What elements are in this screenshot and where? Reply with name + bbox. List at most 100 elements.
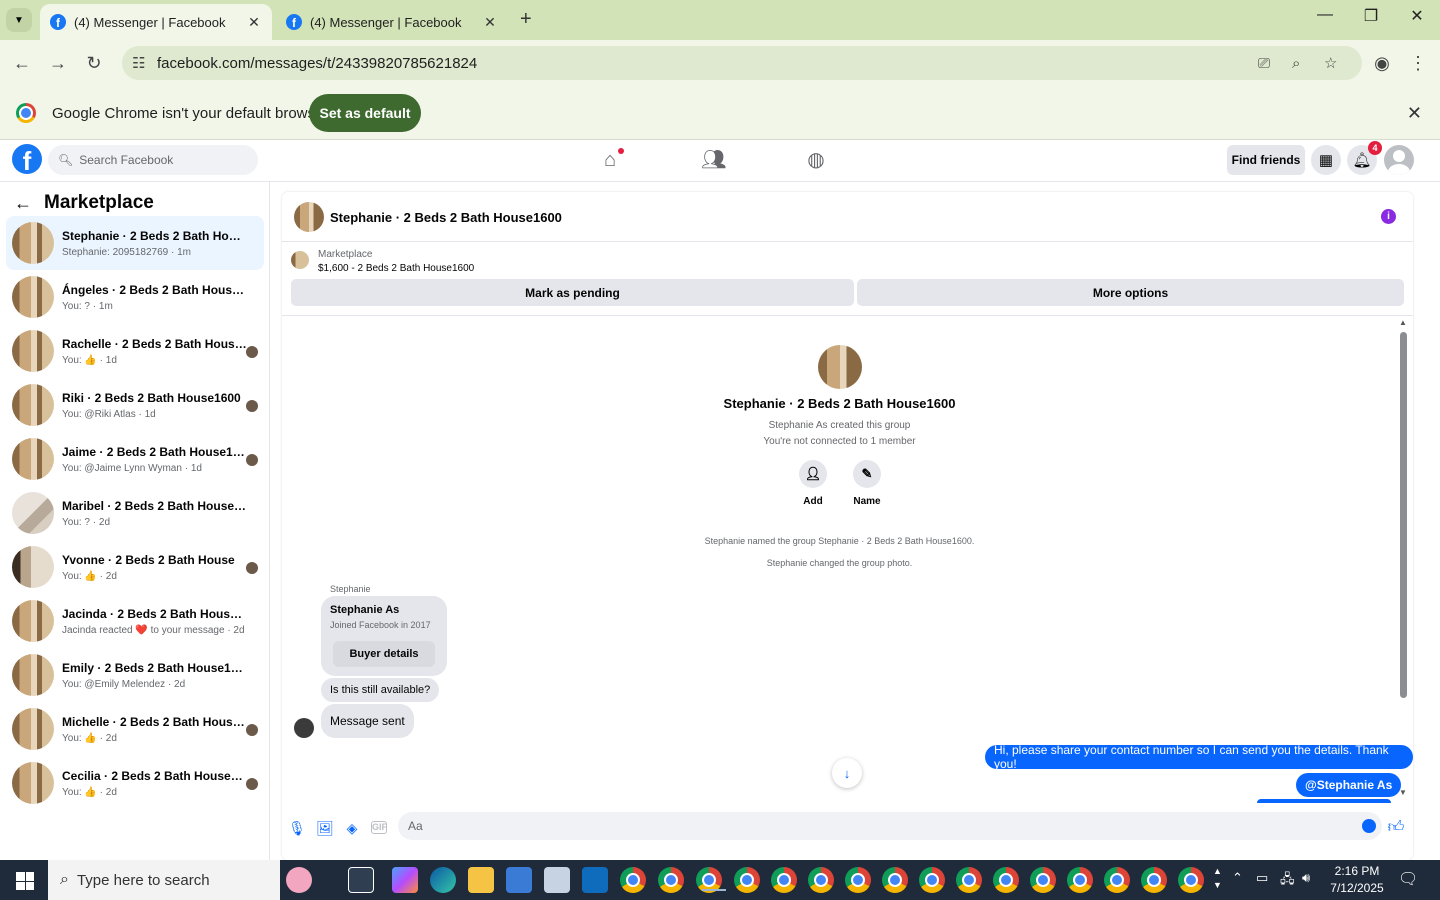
close-tab-icon[interactable]: ✕ <box>482 14 498 30</box>
app-icon[interactable] <box>544 867 570 893</box>
facebook-logo-icon[interactable]: f <box>12 144 42 174</box>
task-view-icon[interactable] <box>348 867 374 893</box>
windows-start-icon[interactable] <box>16 872 34 890</box>
close-infobar-icon[interactable]: ✕ <box>1407 103 1422 124</box>
account-avatar[interactable] <box>1384 145 1414 175</box>
incoming-message[interactable]: Message sent <box>321 704 414 738</box>
file-explorer-icon[interactable] <box>468 867 494 893</box>
scroll-up-icon[interactable]: ▲ <box>1399 318 1407 327</box>
incoming-message[interactable]: Is this still available? <box>321 678 440 702</box>
copilot-icon[interactable] <box>392 867 418 893</box>
network-icon[interactable]: 🖧︎ <box>1280 870 1295 892</box>
find-friends-button[interactable]: Find friends <box>1227 145 1305 175</box>
conversation-item[interactable]: Jacinda · 2 Beds 2 Bath House1600 Jacinda… <box>6 594 264 648</box>
browser-tab-1[interactable]: f (4) Messenger | Facebook ✕ <box>40 4 272 40</box>
set-as-default-button[interactable]: Set as default <box>309 94 421 132</box>
new-tab-icon[interactable]: + <box>520 8 532 31</box>
conversation-item[interactable]: Yvonne · 2 Beds 2 Bath House You: 👍 · 2d <box>6 540 264 594</box>
forward-arrow-icon[interactable]: → <box>46 51 70 75</box>
chrome-taskbar-icon[interactable] <box>658 867 684 893</box>
chrome-menu-icon[interactable]: ⋮ <box>1406 51 1430 75</box>
scroll-to-bottom-icon[interactable]: ↓ <box>832 758 862 788</box>
edge-icon[interactable] <box>430 867 456 893</box>
home-icon[interactable]: ⌂ <box>598 148 624 172</box>
listing-title[interactable]: $1,600 - 2 Beds 2 Bath House1600 <box>318 263 474 274</box>
bookmark-star-icon[interactable]: ☆ <box>1324 54 1337 72</box>
scrollbar-thumb[interactable] <box>1400 332 1407 698</box>
install-app-icon[interactable]: ⎚ <box>1258 55 1270 72</box>
buyer-details-button[interactable]: Buyer details <box>333 641 435 667</box>
friends-icon[interactable]: 👥︎ <box>701 148 726 172</box>
minimize-icon[interactable]: — <box>1310 6 1340 24</box>
restore-icon[interactable]: ❐ <box>1356 6 1386 26</box>
outgoing-message[interactable]: @Stephanie As <box>1296 773 1402 797</box>
chat-scrollbar[interactable]: ▲ ▼ <box>1397 318 1409 848</box>
browser-tab-2[interactable]: f (4) Messenger | Facebook ✕ <box>276 4 508 40</box>
chrome-taskbar-icon[interactable] <box>620 867 646 893</box>
profile-icon[interactable]: ◉ <box>1370 51 1394 75</box>
taskbar-scroll-icon[interactable]: ▲ ▼ <box>1213 864 1222 892</box>
taskbar-search-box[interactable]: ⌕ Type here to search <box>48 860 280 900</box>
chrome-taskbar-icon[interactable] <box>1178 867 1204 893</box>
mark-as-pending-button[interactable]: Mark as pending <box>291 279 854 306</box>
attach-photo-icon[interactable]: 🖼︎ <box>316 819 334 837</box>
outgoing-message[interactable]: Hi, please share your contact number so … <box>985 743 1413 771</box>
store-icon[interactable] <box>506 867 532 893</box>
chrome-taskbar-icon[interactable] <box>696 867 726 893</box>
rename-group-button[interactable]: ✎ Name <box>837 460 897 507</box>
outlook-icon[interactable] <box>582 867 608 893</box>
zoom-icon[interactable]: ⌕ <box>1292 55 1300 72</box>
sticker-icon[interactable]: ◈ <box>343 819 361 837</box>
message-input[interactable]: Aa <box>398 812 1382 840</box>
microphone-icon[interactable]: 🎙︎ <box>288 819 306 837</box>
sender-avatar[interactable] <box>294 718 314 738</box>
chrome-taskbar-icon[interactable] <box>993 867 1019 893</box>
close-window-icon[interactable]: ✕ <box>1402 6 1432 26</box>
chrome-taskbar-icon[interactable] <box>1067 867 1093 893</box>
groups-icon[interactable]: ◍ <box>804 148 828 172</box>
gif-icon[interactable]: GIF <box>371 821 387 834</box>
chrome-taskbar-icon[interactable] <box>734 867 760 893</box>
conversation-item[interactable]: Ángeles · 2 Beds 2 Bath House1600 You: ? … <box>6 270 264 324</box>
chrome-taskbar-icon[interactable] <box>882 867 908 893</box>
address-bar[interactable]: ☷ facebook.com/messages/t/24339820785621… <box>122 46 1362 80</box>
group-avatar[interactable] <box>294 202 324 232</box>
facebook-search-input[interactable]: 🔍︎ Search Facebook <box>48 145 258 175</box>
chrome-taskbar-icon[interactable] <box>1030 867 1056 893</box>
conversation-item[interactable]: Cecilia · 2 Beds 2 Bath House1600 You: 👍 … <box>6 756 264 810</box>
emoji-icon[interactable] <box>1362 819 1376 833</box>
url-text[interactable]: facebook.com/messages/t/2433982078562182… <box>157 55 477 72</box>
menu-grid-icon[interactable]: ▦ <box>1311 145 1341 175</box>
chrome-taskbar-icon[interactable] <box>956 867 982 893</box>
chrome-taskbar-icon[interactable] <box>1104 867 1130 893</box>
thumbs-up-icon[interactable]: 👍︎ <box>1387 819 1405 837</box>
tab-search-button[interactable]: ▼ <box>6 8 32 32</box>
show-hidden-icons-icon[interactable]: ⌃ <box>1232 870 1243 886</box>
chrome-taskbar-icon[interactable] <box>771 867 797 893</box>
chrome-taskbar-icon[interactable] <box>1141 867 1167 893</box>
back-arrow-icon[interactable]: ← <box>14 193 32 214</box>
scroll-down-icon[interactable]: ▼ <box>1399 788 1407 797</box>
volume-icon[interactable]: 🔊︎ <box>1302 870 1310 886</box>
back-arrow-icon[interactable]: ← <box>10 51 34 75</box>
conversation-item[interactable]: Jaime · 2 Beds 2 Bath House1600 You: @Jai… <box>6 432 264 486</box>
info-icon[interactable]: i <box>1381 209 1396 224</box>
meet-icon[interactable]: ▭ <box>1256 870 1268 886</box>
conversation-item[interactable]: Michelle · 2 Beds 2 Bath House1... You: 👍… <box>6 702 264 756</box>
site-settings-icon[interactable]: ☷ <box>132 54 145 72</box>
conversation-item[interactable]: Emily · 2 Beds 2 Bath House1600 You: @Emi… <box>6 648 264 702</box>
notification-center-icon[interactable]: 🗨︎ <box>1398 869 1418 889</box>
listing-thumbnail[interactable] <box>291 251 309 269</box>
more-options-button[interactable]: More options <box>857 279 1404 306</box>
conversation-item[interactable]: Rachelle · 2 Beds 2 Bath House1... You: 👍… <box>6 324 264 378</box>
conversation-item[interactable]: Stephanie · 2 Beds 2 Bath House16... Step… <box>6 216 264 270</box>
chrome-taskbar-icon[interactable] <box>845 867 871 893</box>
chrome-taskbar-icon[interactable] <box>919 867 945 893</box>
reload-icon[interactable]: ↻ <box>82 51 106 75</box>
conversation-item[interactable]: Maribel · 2 Beds 2 Bath House1600 You: ? … <box>6 486 264 540</box>
add-member-button[interactable]: 👤︎ Add <box>783 460 843 507</box>
chrome-taskbar-icon[interactable] <box>808 867 834 893</box>
close-tab-icon[interactable]: ✕ <box>246 14 262 30</box>
taskbar-clock[interactable]: 2:16 PM 7/12/2025 <box>1318 863 1396 897</box>
chat-title[interactable]: Stephanie · 2 Beds 2 Bath House1600 <box>330 210 562 225</box>
